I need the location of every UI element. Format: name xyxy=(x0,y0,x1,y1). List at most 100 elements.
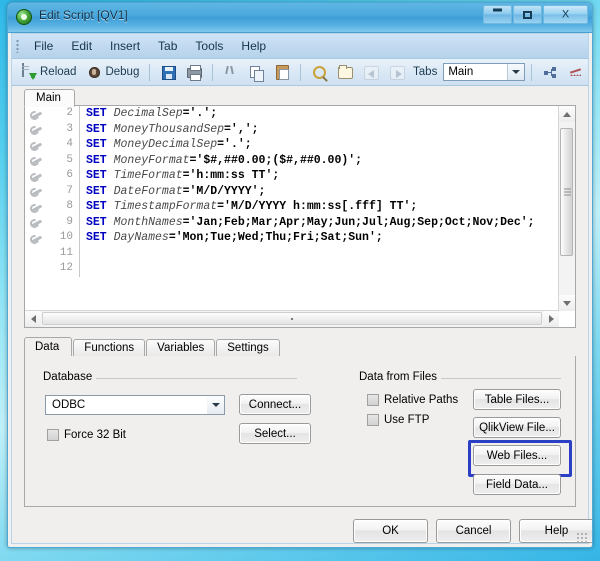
code-area[interactable]: 2 SET DecimalSep ='.'; 3 SET MoneyThousandSe… xyxy=(25,106,559,311)
relative-paths-checkbox[interactable]: Relative Paths xyxy=(367,394,458,406)
ok-button[interactable]: OK xyxy=(353,519,428,543)
debug-label: Debug xyxy=(105,66,140,78)
editor-vertical-scrollbar[interactable] xyxy=(558,106,575,311)
code-literal: ='$#,##0.00;($#,##0.00)'; xyxy=(189,153,363,167)
menu-item-tab[interactable]: Tab xyxy=(149,36,186,56)
tab-structure-button[interactable] xyxy=(538,62,562,82)
print-button[interactable] xyxy=(182,62,206,82)
scroll-right-button[interactable] xyxy=(543,311,559,327)
tab-functions[interactable]: Functions xyxy=(73,339,146,357)
tab-variables[interactable]: Variables xyxy=(146,339,216,357)
syntax-check-button[interactable] xyxy=(564,62,588,82)
use-ftp-checkbox[interactable]: Use FTP xyxy=(367,414,429,426)
code-variable: MoneyFormat xyxy=(113,153,190,167)
code-line: 6 SET TimeFormat ='h:mm:ss TT'; xyxy=(51,168,559,184)
menu-grip-handle[interactable] xyxy=(16,39,19,53)
scroll-left-button[interactable] xyxy=(25,311,41,327)
arrow-back-icon xyxy=(363,64,380,80)
line-number: 7 xyxy=(66,184,73,197)
toolbar-separator xyxy=(149,63,150,81)
toolbar: Reload Debug Tabs Main xyxy=(12,59,588,86)
next-tab-button[interactable] xyxy=(385,62,409,82)
help-label: Help xyxy=(544,525,569,537)
code-keyword: SET xyxy=(86,184,114,198)
connect-button[interactable]: Connect... xyxy=(239,394,311,415)
web-files-button[interactable]: Web Files... xyxy=(473,445,561,466)
code-variable: DateFormat xyxy=(113,184,183,198)
qlikview-file-button[interactable]: QlikView File... xyxy=(473,417,561,438)
menu-item-help[interactable]: Help xyxy=(232,36,275,56)
debug-button[interactable]: Debug xyxy=(82,62,143,82)
minimize-button[interactable] xyxy=(483,5,512,24)
code-literal: ='h:mm:ss TT'; xyxy=(182,169,280,182)
field-data-button[interactable]: Field Data... xyxy=(473,474,561,495)
checkbox-box[interactable] xyxy=(47,429,59,441)
code-line: 9 SET MonthNames ='Jan;Feb;Mar;Apr;May;Jun… xyxy=(51,214,559,230)
arrow-forward-icon xyxy=(389,64,406,80)
menu-item-tools[interactable]: Tools xyxy=(186,36,232,56)
wrench-icon xyxy=(30,171,44,183)
resize-grip[interactable] xyxy=(576,532,588,544)
clipboard-paste-icon xyxy=(274,64,290,80)
chevron-down-icon[interactable] xyxy=(507,64,525,80)
close-button[interactable]: X xyxy=(543,5,588,24)
chevron-down-icon[interactable] xyxy=(207,396,224,414)
copy-button[interactable] xyxy=(244,62,268,82)
editor-tab-main[interactable]: Main xyxy=(24,89,75,107)
code-literal: ='Mon;Tue;Wed;Thu;Fri;Sat;Sun'; xyxy=(168,231,383,244)
qlikview-file-label: QlikView File... xyxy=(479,421,555,434)
reload-button[interactable]: Reload xyxy=(17,62,80,82)
open-folder-button[interactable] xyxy=(333,62,357,82)
hierarchy-icon xyxy=(542,64,558,80)
editor-horizontal-scrollbar[interactable] xyxy=(25,310,559,327)
select-label: Select... xyxy=(254,427,296,440)
table-files-button[interactable]: Table Files... xyxy=(473,389,561,410)
scroll-up-button[interactable] xyxy=(559,106,575,122)
ok-label: OK xyxy=(382,525,399,537)
code-line: 4 SET MoneyDecimalSep ='.'; xyxy=(51,137,559,153)
tab-data[interactable]: Data xyxy=(24,337,73,357)
horizontal-scroll-thumb[interactable] xyxy=(42,312,542,325)
menu-item-file[interactable]: File xyxy=(25,36,62,56)
cancel-label: Cancel xyxy=(455,525,492,537)
line-number: 4 xyxy=(66,138,73,150)
vertical-scroll-thumb[interactable] xyxy=(560,128,573,256)
bug-icon xyxy=(86,64,102,80)
force-32bit-checkbox[interactable]: Force 32 Bit xyxy=(47,429,126,441)
menu-item-insert[interactable]: Insert xyxy=(101,36,149,56)
code-literal: ='.'; xyxy=(182,107,218,120)
paste-button[interactable] xyxy=(270,62,294,82)
maximize-button[interactable] xyxy=(513,5,542,24)
database-group: Database ODBC Force 32 Bit Connect... Se… xyxy=(39,371,311,448)
code-lines: 2 SET DecimalSep ='.'; 3 SET MoneyThousandSe… xyxy=(51,106,559,311)
cut-button[interactable] xyxy=(218,62,242,82)
toolbar-separator xyxy=(211,63,213,81)
search-button[interactable] xyxy=(307,62,331,82)
select-button[interactable]: Select... xyxy=(239,423,311,444)
bottom-tab-strip: Data Functions Variables Settings xyxy=(24,337,576,357)
use-ftp-label: Use FTP xyxy=(384,414,430,426)
gutter-divider xyxy=(79,152,80,168)
code-variable: TimeFormat xyxy=(113,169,183,182)
tab-select-combobox[interactable]: Main xyxy=(443,63,526,81)
cancel-button[interactable]: Cancel xyxy=(436,519,511,543)
code-variable: MoneyDecimalSep xyxy=(113,138,218,151)
previous-tab-button[interactable] xyxy=(359,62,383,82)
checkbox-box[interactable] xyxy=(367,394,379,406)
minimize-icon xyxy=(493,8,502,12)
qlikview-logo-icon xyxy=(16,9,32,25)
scroll-down-button[interactable] xyxy=(559,295,575,311)
window-title: Edit Script [QV1] xyxy=(39,8,128,22)
checkbox-box[interactable] xyxy=(367,414,379,426)
gutter-divider xyxy=(79,245,80,261)
menu-item-edit[interactable]: Edit xyxy=(62,36,101,56)
toolbar-separator xyxy=(300,63,302,81)
tab-settings[interactable]: Settings xyxy=(216,339,280,357)
save-button[interactable] xyxy=(156,62,180,82)
code-line: 2 SET DecimalSep ='.'; xyxy=(51,106,559,122)
editor-box: 2 SET DecimalSep ='.'; 3 SET MoneyThousandSe… xyxy=(24,105,576,328)
title-bar: Edit Script [QV1] X xyxy=(8,3,592,33)
wrench-icon xyxy=(30,124,44,136)
database-type-combobox[interactable]: ODBC xyxy=(45,395,225,415)
editor-gutter xyxy=(25,106,51,311)
